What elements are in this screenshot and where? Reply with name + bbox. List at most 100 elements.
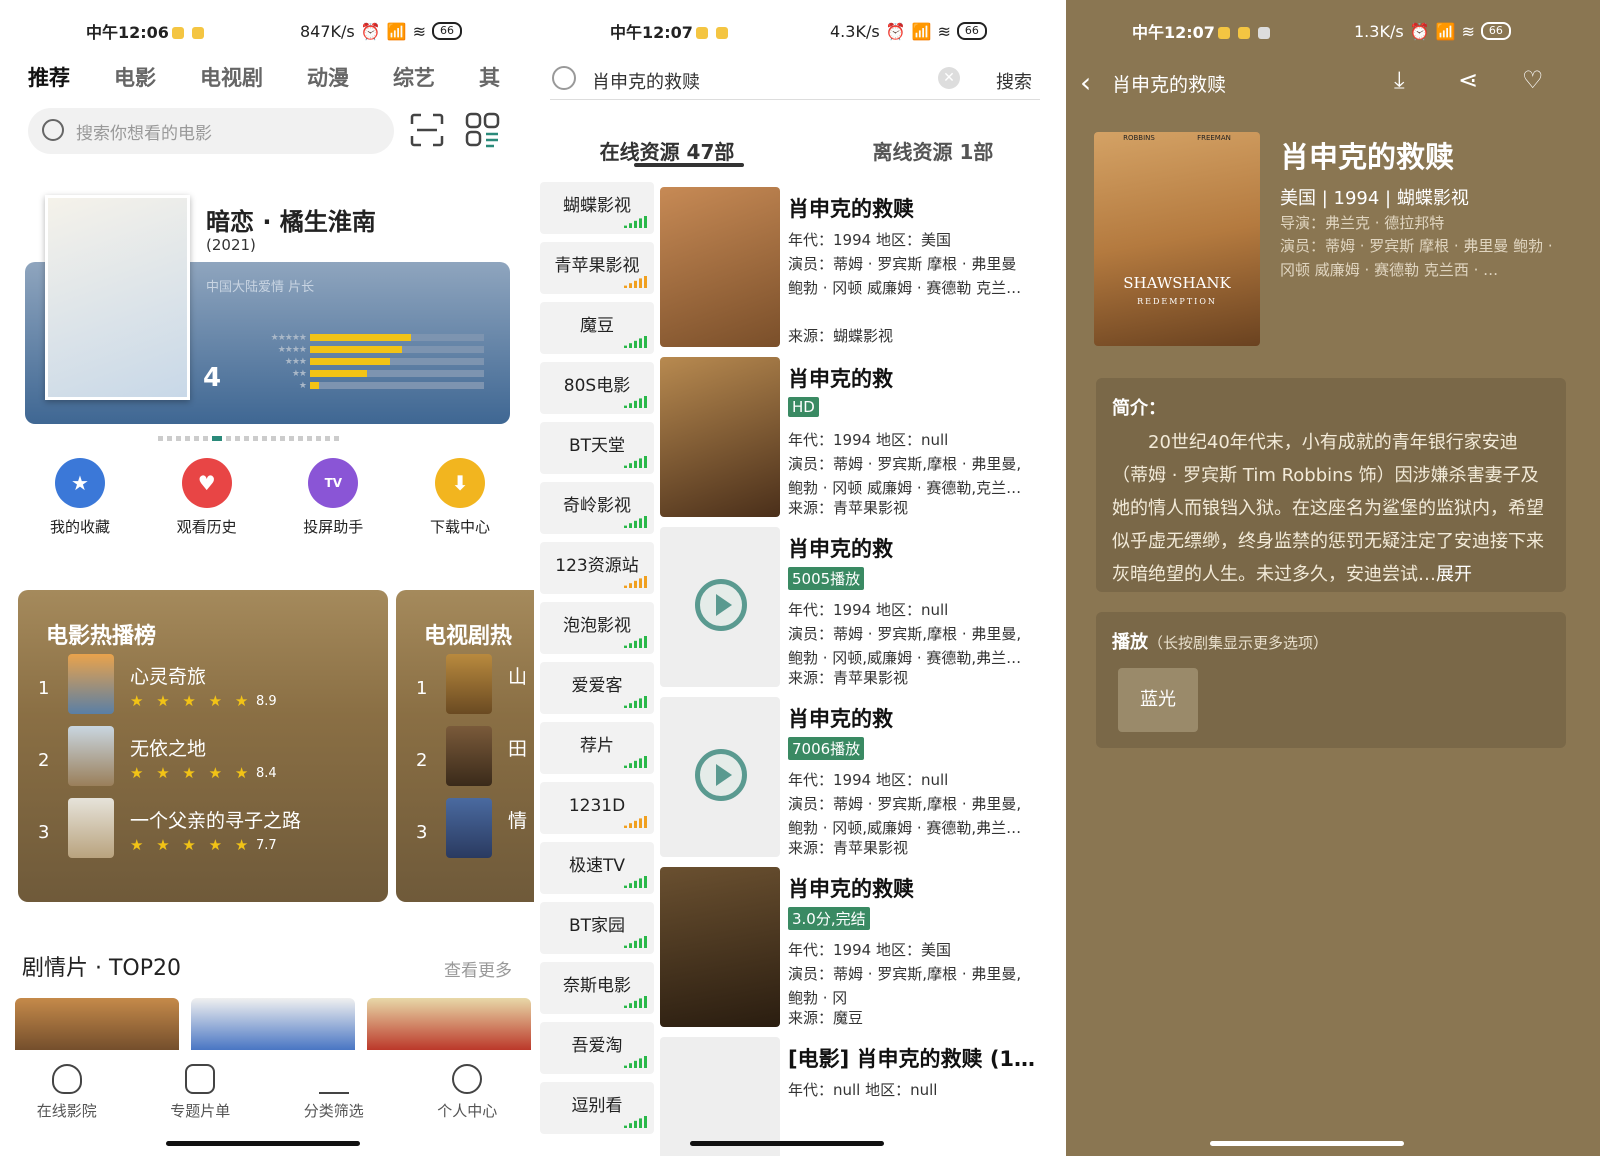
signal-strength-icon: [624, 936, 647, 948]
tab-offline-resources[interactable]: 离线资源 1部: [800, 136, 1066, 165]
source-item[interactable]: 奈斯电影: [540, 962, 654, 1014]
top20-poster[interactable]: [367, 998, 531, 1054]
scan-icon[interactable]: [409, 112, 445, 148]
result-year-region: 年代：1994 地区：美国: [788, 231, 951, 249]
net-speed: 1.3K/s: [1354, 21, 1404, 41]
carousel-dot: [158, 436, 163, 441]
rating-stars-label: ★★★: [284, 356, 307, 367]
source-item[interactable]: 青苹果影视: [540, 242, 654, 294]
source-item[interactable]: BT天堂: [540, 422, 654, 474]
search-button[interactable]: 搜索: [996, 68, 1032, 94]
rank-item[interactable]: 1 心灵奇旅 ★ ★ ★ ★ ★ 8.9: [18, 654, 388, 714]
signal-strength-icon: [624, 996, 647, 1008]
result-item[interactable]: 肖申克的救 7006播放 年代：1994 地区：null 演员：蒂姆 · 罗宾斯,摩根…: [660, 697, 1060, 857]
carousel-dot: [271, 436, 276, 441]
tab-profile[interactable]: 个人中心: [407, 1064, 527, 1156]
rank-name: 无依之地: [130, 738, 207, 760]
source-item[interactable]: 魔豆: [540, 302, 654, 354]
top20-row: [15, 998, 531, 1054]
carousel-dot: [325, 436, 330, 441]
result-item[interactable]: 肖申克的救 5005播放 年代：1994 地区：null 演员：蒂姆 · 罗宾斯,摩根…: [660, 527, 1060, 687]
tab-movie[interactable]: 电影: [114, 62, 156, 92]
tv-rank-title: 电视剧热: [424, 624, 513, 649]
source-item[interactable]: 奇岭影视: [540, 482, 654, 534]
rating-bar-track: [310, 358, 484, 365]
clear-icon[interactable]: ✕: [938, 67, 960, 89]
source-item[interactable]: BT家园: [540, 902, 654, 954]
result-item[interactable]: 肖申克的救赎 3.0分,完结 年代：1994 地区：美国 演员：蒂姆 · 罗宾斯,摩根…: [660, 867, 1060, 1027]
rank-name: 田: [508, 738, 528, 760]
source-item[interactable]: 极速TV: [540, 842, 654, 894]
search-bar: 肖申克的救赎 ✕ 搜索: [550, 62, 1040, 100]
rank-thumb: [68, 798, 114, 858]
result-badge: 7006播放: [788, 737, 865, 760]
search-results-screen: 中午12:07 4.3K/s ⏰ 📶 ≋ 66 肖申克的救赎 ✕ 搜索 在线资源…: [534, 0, 1066, 1156]
signal-strength-icon: [624, 516, 647, 528]
result-source: 来源：青苹果影视: [788, 839, 909, 857]
tab-tv[interactable]: 电视剧: [200, 62, 263, 92]
banner-poster[interactable]: [45, 195, 190, 400]
download-icon[interactable]: ⤓: [1394, 66, 1405, 94]
result-badge: 3.0分,完结: [788, 907, 870, 930]
source-item[interactable]: 爱爱客: [540, 662, 654, 714]
history-button[interactable]: ♥ 观看历史: [147, 458, 267, 537]
status-right: 4.3K/s ⏰ 📶 ≋ 66: [830, 22, 987, 41]
source-item[interactable]: 蝴蝶影视: [540, 182, 654, 234]
bluray-button[interactable]: 蓝光: [1118, 668, 1198, 732]
search-input[interactable]: 搜索你想看的电影: [28, 108, 394, 154]
result-item[interactable]: 肖申克的救赎 年代：1994 地区：美国 演员：蒂姆 · 罗宾斯 摩根 · 弗里曼鲍…: [660, 187, 1060, 347]
movie-rank-card[interactable]: 电影热播榜 1 心灵奇旅 ★ ★ ★ ★ ★ 8.9 2 无依之地 ★ ★ ★ …: [18, 590, 388, 902]
source-item[interactable]: 逗别看: [540, 1082, 654, 1134]
tab-other[interactable]: 其: [479, 62, 500, 92]
rank-item[interactable]: 2田: [396, 726, 534, 786]
favorites-button[interactable]: ★ 我的收藏: [20, 458, 140, 537]
tab-variety[interactable]: 综艺: [393, 62, 435, 92]
tab-online-resources[interactable]: 在线资源 47部: [534, 136, 800, 165]
result-item[interactable]: [电影] 肖申克的救赎 (1… 年代：null 地区：null: [660, 1037, 1060, 1156]
source-item[interactable]: 荐片: [540, 722, 654, 774]
source-item[interactable]: 123资源站: [540, 542, 654, 594]
source-item[interactable]: 吾爱淘: [540, 1022, 654, 1074]
cast-button[interactable]: TV 投屏助手: [273, 458, 393, 537]
rank-name: 情: [508, 810, 528, 832]
rank-item[interactable]: 3情: [396, 798, 534, 858]
see-more-link[interactable]: 查看更多: [444, 956, 512, 981]
source-item[interactable]: 80S电影: [540, 362, 654, 414]
rank-item[interactable]: 1山: [396, 654, 534, 714]
tv-rank-card[interactable]: 电视剧热 1山 2田 3情: [396, 590, 534, 902]
expand-button[interactable]: 展开: [1436, 564, 1472, 585]
rank-item[interactable]: 2 无依之地 ★ ★ ★ ★ ★ 8.4: [18, 726, 388, 786]
signal-strength-icon: [624, 636, 647, 648]
battery-icon: 66: [956, 22, 987, 40]
result-item[interactable]: 肖申克的救 HD 年代：1994 地区：null 演员：蒂姆 · 罗宾斯,摩根 · 弗…: [660, 357, 1060, 517]
rank-item[interactable]: 3 一个父亲的寻子之路 ★ ★ ★ ★ ★ 7.7: [18, 798, 388, 858]
source-label: 奇岭影视: [563, 496, 631, 516]
rank-name: 心灵奇旅: [130, 666, 207, 688]
apps-grid-icon[interactable]: [465, 112, 501, 148]
result-title: 肖申克的救赎: [788, 197, 914, 221]
result-source: 来源：魔豆: [788, 1009, 864, 1027]
source-item[interactable]: 1231D: [540, 782, 654, 834]
favorite-heart-icon[interactable]: ♡: [1522, 66, 1544, 94]
signal-strength-icon: [624, 756, 647, 768]
alarm-icon: ⏰: [1409, 21, 1430, 41]
tab-anime[interactable]: 动漫: [307, 62, 349, 92]
result-year-region: 年代：1994 地区：null: [788, 601, 949, 619]
download-center-button[interactable]: ⬇ 下载中心: [400, 458, 520, 537]
top20-poster[interactable]: [15, 998, 179, 1054]
tab-online-cinema[interactable]: 在线影院: [7, 1064, 127, 1156]
carousel-dot: [185, 436, 190, 441]
detail-screen: 中午12:07 1.3K/s ⏰ 📶 ≋ 66 ‹ 肖申克的救赎 ⤓ ⋖ ♡ R…: [1066, 0, 1600, 1156]
tab-recommend[interactable]: 推荐: [28, 62, 70, 92]
wifi-icon: ≋: [937, 21, 951, 41]
play-hint: （长按剧集显示更多选项）: [1148, 634, 1329, 652]
top20-poster[interactable]: [191, 998, 355, 1054]
bars-icon: [318, 1064, 349, 1094]
search-input[interactable]: 肖申克的救赎: [592, 68, 700, 94]
back-icon[interactable]: ‹: [1080, 66, 1091, 99]
source-item[interactable]: 泡泡影视: [540, 602, 654, 654]
share-icon[interactable]: ⋖: [1458, 66, 1478, 94]
net-speed: 4.3K/s: [830, 21, 880, 41]
signal-strength-icon: [624, 696, 647, 708]
poster-names: ROBBINS FREEMAN: [1123, 134, 1231, 142]
